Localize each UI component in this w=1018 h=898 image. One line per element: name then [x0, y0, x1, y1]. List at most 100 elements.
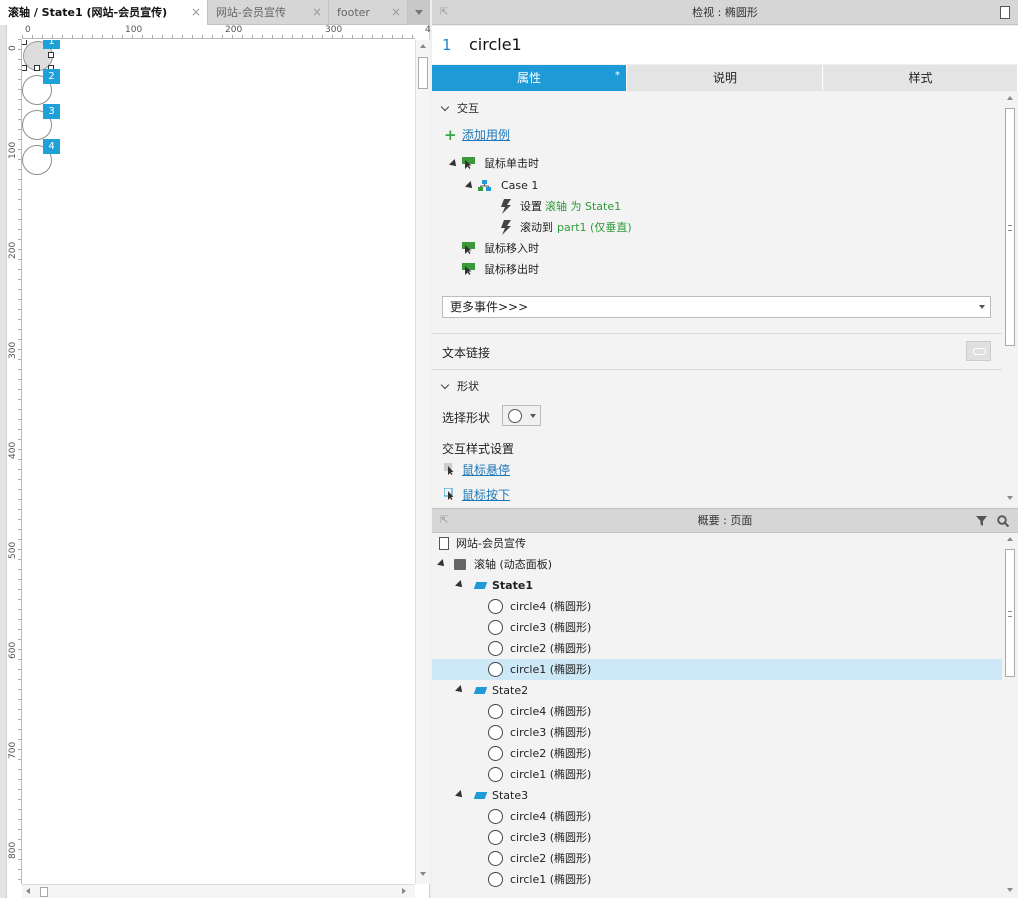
scroll-up-icon[interactable]	[1007, 537, 1013, 541]
tab-properties[interactable]: 属性 *	[432, 65, 627, 91]
pin-icon[interactable]: ⇱	[440, 0, 448, 25]
case-icon	[478, 180, 491, 191]
canvas-vertical-scrollbar[interactable]	[415, 40, 430, 884]
interaction-section-header[interactable]: 交互	[432, 99, 479, 119]
item-label: circle3 (椭圆形)	[510, 726, 592, 739]
outline-item-row[interactable]: circle2 (椭圆形)	[432, 848, 1002, 869]
outline-state-row[interactable]: State2	[432, 680, 1002, 701]
tab-list-dropdown-button[interactable]	[408, 0, 430, 25]
outline-item-row[interactable]: circle4 (椭圆形)	[432, 596, 1002, 617]
item-label: circle2 (椭圆形)	[510, 852, 592, 865]
horizontal-ruler: 0 100 200 300 4	[22, 25, 431, 39]
event-onmouseenter[interactable]: 鼠标移入时	[462, 240, 662, 258]
scroll-up-icon[interactable]	[1007, 96, 1013, 100]
element-name-field[interactable]: circle1	[469, 35, 522, 54]
scrollbar-thumb[interactable]	[40, 887, 48, 897]
design-canvas[interactable]: 1 2 3 4	[22, 40, 415, 884]
close-icon[interactable]: ×	[391, 0, 401, 25]
link-button[interactable]	[966, 341, 991, 361]
pin-icon[interactable]: ⇱	[440, 509, 448, 532]
resize-handle[interactable]	[34, 65, 40, 71]
event-icon	[462, 263, 475, 275]
resize-handle[interactable]	[22, 40, 27, 45]
vertical-ruler: 0 100 200 300 400 500 600 700 800	[7, 39, 22, 884]
event-onclick[interactable]: 鼠标单击时	[449, 155, 650, 173]
expand-triangle-icon[interactable]	[455, 685, 465, 695]
scroll-down-icon[interactable]	[1007, 496, 1013, 500]
item-label: circle4 (椭圆形)	[510, 705, 592, 718]
properties-scrollbar[interactable]	[1002, 92, 1018, 506]
outline-item-row[interactable]: circle2 (椭圆形)	[432, 743, 1002, 764]
case-item[interactable]: Case 1	[465, 177, 666, 195]
action-bolt-icon	[501, 220, 511, 235]
expand-triangle-icon[interactable]	[465, 181, 475, 191]
scroll-down-icon[interactable]	[420, 872, 426, 876]
ruler-label: 300	[325, 25, 343, 35]
action-prefix: 设置	[520, 200, 542, 213]
outline-item-row[interactable]: circle3 (椭圆形)	[432, 827, 1002, 848]
item-label: circle4 (椭圆形)	[510, 600, 592, 613]
scroll-left-icon[interactable]	[26, 888, 30, 894]
resize-handle[interactable]	[22, 65, 27, 71]
resize-handle[interactable]	[48, 52, 54, 58]
scroll-down-icon[interactable]	[1007, 888, 1013, 892]
shape-section-header[interactable]: 形状	[432, 377, 479, 397]
page-icon[interactable]	[1000, 6, 1010, 19]
expand-triangle-icon[interactable]	[449, 159, 459, 169]
doc-tab-page[interactable]: 网站-会员宣传 ×	[208, 0, 329, 25]
scroll-right-icon[interactable]	[402, 888, 406, 894]
tab-style[interactable]: 样式	[824, 65, 1018, 91]
panel-label: 滚轴 (动态面板)	[474, 558, 553, 571]
doc-tab-state1[interactable]: 滚轴 / State1 (网站-会员宣传) ×	[0, 0, 208, 26]
inspector-title: 检视 : 椭圆形	[692, 6, 758, 19]
outline-item-row[interactable]: circle3 (椭圆形)	[432, 617, 1002, 638]
outline-scrollbar[interactable]	[1002, 533, 1018, 898]
outline-item-row[interactable]: circle4 (椭圆形)	[432, 701, 1002, 722]
canvas-horizontal-scrollbar[interactable]	[22, 884, 415, 898]
action-set-panel-state[interactable]: 设置 滚轴 为 State1	[500, 198, 800, 216]
outline-panel-row[interactable]: 滚轴 (动态面板)	[432, 554, 1002, 575]
inspector-tabs: 属性 * 说明 样式	[432, 65, 1018, 91]
ellipse-icon	[488, 872, 503, 887]
scroll-up-icon[interactable]	[420, 44, 426, 48]
ellipse-icon	[488, 704, 503, 719]
search-icon[interactable]	[997, 515, 1009, 527]
event-label: 鼠标移出时	[484, 263, 539, 276]
expand-triangle-icon[interactable]	[437, 559, 447, 569]
item-label: circle4 (椭圆形)	[510, 810, 592, 823]
outline-item-row[interactable]: circle3 (椭圆形)	[432, 722, 1002, 743]
ruler-label: 600	[8, 641, 18, 659]
event-label: 鼠标单击时	[484, 157, 539, 170]
action-scroll-to[interactable]: 滚动到 part1 (仅垂直)	[500, 219, 800, 237]
close-icon[interactable]: ×	[312, 0, 322, 25]
item-label: circle1 (椭圆形)	[510, 663, 592, 676]
outline-page-row[interactable]: 网站-会员宣传	[432, 533, 1002, 554]
event-onmouseleave[interactable]: 鼠标移出时	[462, 261, 662, 279]
scrollbar-thumb[interactable]	[1005, 108, 1015, 346]
state-label: State3	[492, 789, 529, 802]
outline-item-row[interactable]: circle4 (椭圆形)	[432, 806, 1002, 827]
more-events-dropdown[interactable]: 更多事件>>>	[442, 296, 991, 318]
filter-icon[interactable]	[976, 515, 988, 527]
doc-tab-footer[interactable]: footer ×	[329, 0, 408, 25]
expand-triangle-icon[interactable]	[455, 790, 465, 800]
outline-item-row[interactable]: circle1 (椭圆形)	[432, 764, 1002, 785]
tab-notes[interactable]: 说明	[628, 65, 823, 91]
mouse-down-style-link[interactable]: 鼠标按下	[462, 486, 510, 503]
outline-item-row-selected[interactable]: circle1 (椭圆形)	[432, 659, 1002, 680]
action-bolt-icon	[501, 199, 511, 214]
outline-item-row[interactable]: circle2 (椭圆形)	[432, 638, 1002, 659]
section-title: 交互	[457, 102, 479, 115]
hover-style-link[interactable]: 鼠标悬停	[462, 461, 510, 478]
scrollbar-thumb[interactable]	[418, 57, 428, 89]
outline-state-row[interactable]: State3	[432, 785, 1002, 806]
ellipse-icon	[488, 599, 503, 614]
shape-selector-dropdown[interactable]	[502, 405, 541, 426]
add-case-link[interactable]: + 添加用例	[444, 127, 510, 143]
close-icon[interactable]: ×	[191, 0, 201, 25]
outline-item-row[interactable]: circle1 (椭圆形)	[432, 869, 1002, 890]
text-link-label: 文本链接	[442, 346, 491, 360]
outline-state-row[interactable]: State1	[432, 575, 1002, 596]
expand-triangle-icon[interactable]	[455, 580, 465, 590]
scrollbar-thumb[interactable]	[1005, 549, 1015, 677]
